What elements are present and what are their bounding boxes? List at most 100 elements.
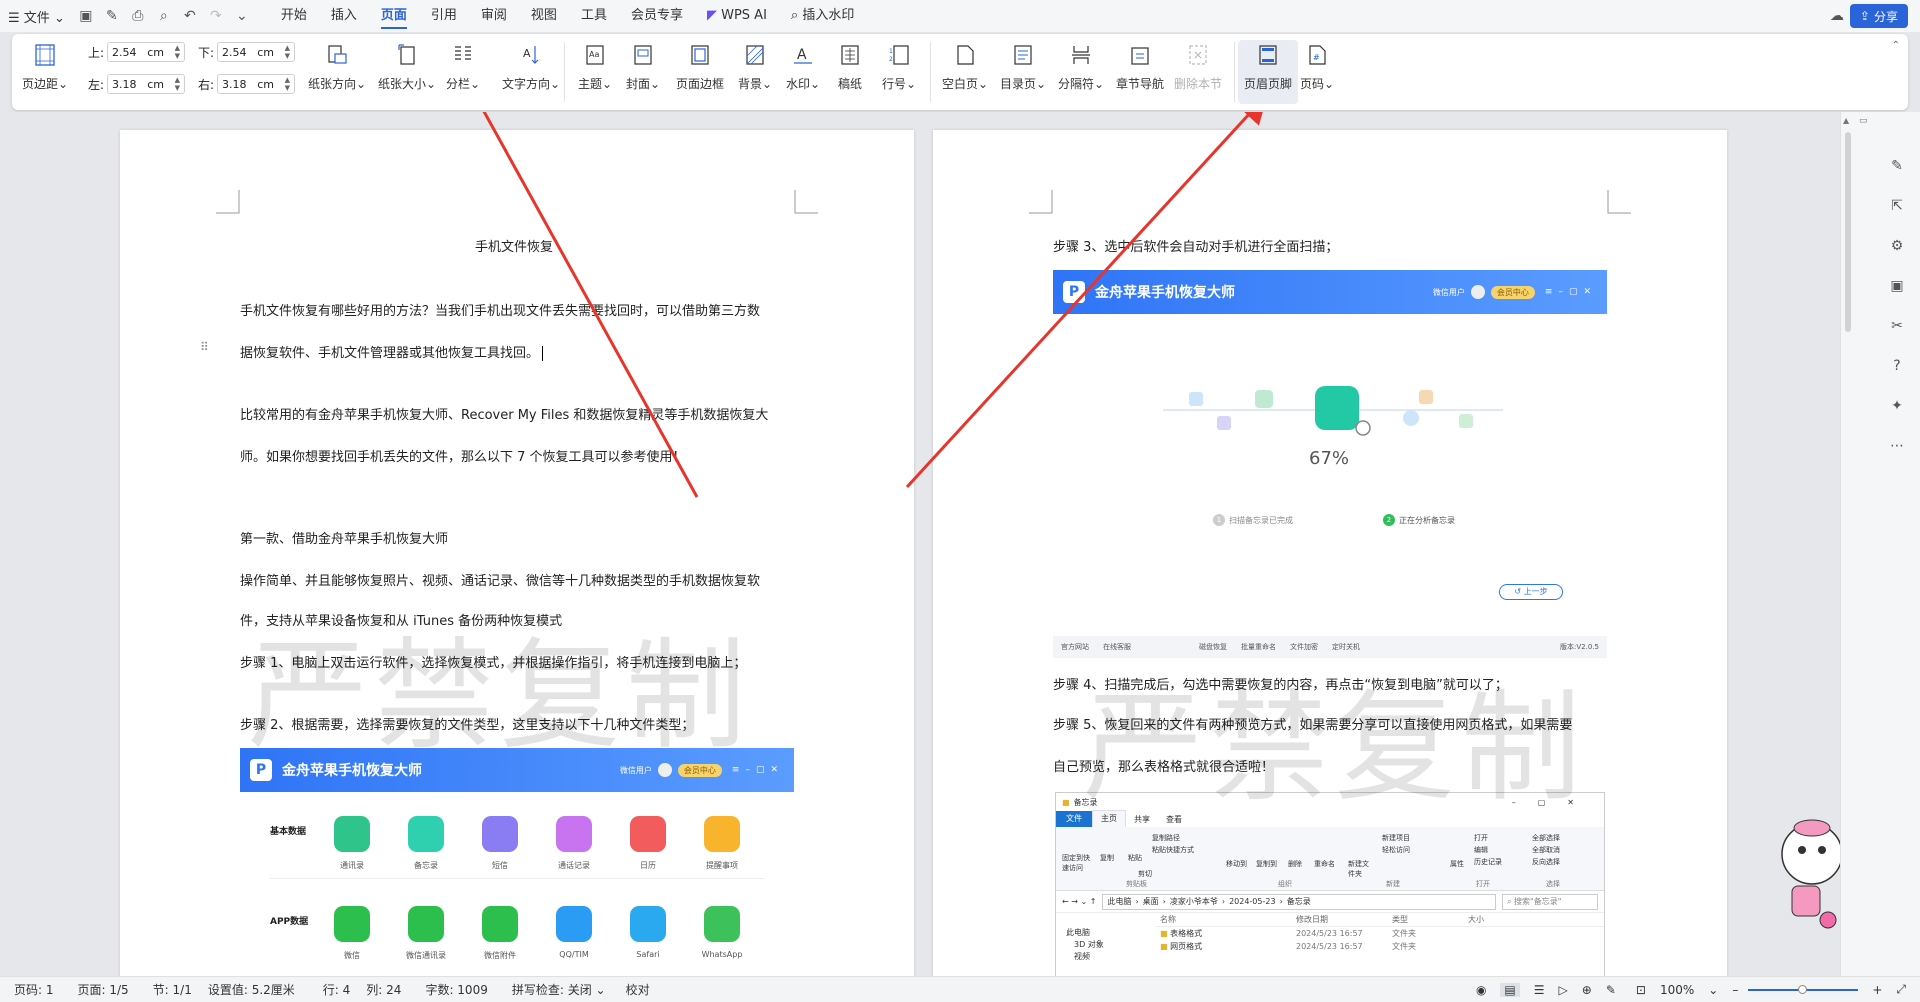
- file-menu[interactable]: ☰ 文件 ⌄: [0, 7, 73, 26]
- print-icon[interactable]: ⎙: [125, 4, 151, 28]
- edit-icon[interactable]: ✎: [1887, 156, 1907, 176]
- zoom-level[interactable]: 100%: [1660, 983, 1694, 997]
- page-border-button[interactable]: 页面边框: [676, 40, 724, 104]
- tab-review[interactable]: 审阅: [469, 0, 519, 32]
- text-direction-icon: A: [523, 46, 539, 64]
- header-footer-button[interactable]: 页眉页脚: [1238, 40, 1299, 104]
- grid-paper-button[interactable]: 稿纸: [838, 40, 862, 104]
- tab-view[interactable]: 视图: [519, 0, 569, 32]
- undo-icon[interactable]: ↶: [177, 4, 203, 28]
- margin-right-input[interactable]: 3.18 cm ▲ ▼: [217, 74, 296, 94]
- tab-home[interactable]: 开始: [269, 0, 319, 32]
- zoom-plus-icon[interactable]: +: [1872, 983, 1882, 997]
- arrow-to-header-footer: [905, 112, 1269, 489]
- image-icon[interactable]: ▣: [1887, 276, 1907, 296]
- spinner-icon[interactable]: ▲ ▼: [285, 76, 290, 92]
- page-margin-button[interactable]: 页边距⌄: [22, 40, 68, 104]
- more-icon[interactable]: ⋯: [1887, 436, 1907, 456]
- text-direction-button[interactable]: A 文字方向⌄: [502, 40, 560, 104]
- status-page[interactable]: 页码: 1: [14, 981, 54, 998]
- play-icon[interactable]: ▷: [1559, 983, 1568, 997]
- status-section[interactable]: 节: 1/1: [153, 981, 192, 998]
- eye-protect-icon[interactable]: ◉: [1476, 983, 1486, 997]
- columns-button[interactable]: 分栏⌄: [446, 40, 480, 104]
- line-number-button[interactable]: 12 行号⌄: [882, 40, 916, 104]
- spinner-icon[interactable]: ▲ ▼: [175, 76, 180, 92]
- settings-sliders-icon[interactable]: ⚙: [1887, 236, 1907, 256]
- header-footer-icon: [1259, 45, 1277, 65]
- orientation-button[interactable]: 纸张方向⌄: [308, 40, 366, 104]
- wps-ai-button[interactable]: ◤ WPS AI: [695, 0, 779, 32]
- zoom-out-icon[interactable]: ⌄: [1708, 983, 1718, 997]
- section-nav-button[interactable]: 章节导航: [1116, 40, 1164, 104]
- separator-button[interactable]: 分隔符⌄: [1058, 40, 1104, 104]
- delete-section-button[interactable]: 删除本节: [1174, 40, 1222, 104]
- zoom-slider[interactable]: [1748, 984, 1859, 994]
- status-words[interactable]: 字数: 1009: [425, 981, 487, 998]
- share-button[interactable]: ⇪ 分享: [1849, 4, 1908, 28]
- unit-cm: cm: [257, 77, 274, 91]
- background-button[interactable]: 背景⌄: [738, 40, 772, 104]
- write-icon[interactable]: ✎: [1606, 983, 1616, 997]
- tab-insert[interactable]: 插入: [319, 0, 369, 32]
- redo-icon[interactable]: ↷: [203, 4, 229, 28]
- document-canvas[interactable]: 手机文件恢复 手机文件恢复有哪些好用的方法？当我们手机出现文件丢失需要找回时，可…: [0, 112, 1840, 976]
- smart-assistant-icon[interactable]: ✦: [1887, 396, 1907, 416]
- fit-page-icon[interactable]: ⊡: [1636, 983, 1646, 997]
- insert-watermark-search[interactable]: ⌕ 插入水印: [779, 0, 866, 32]
- margin-top-group: 上: 2.54 cm ▲ ▼: [88, 42, 186, 62]
- tab-page[interactable]: 页面: [369, 0, 419, 32]
- print-preview-icon[interactable]: ⌕: [151, 4, 177, 28]
- cover-button[interactable]: 封面⌄: [626, 40, 660, 104]
- ruler-toggle-icon[interactable]: ▭: [1859, 116, 1868, 126]
- scroll-up-icon[interactable]: ▲: [1843, 116, 1849, 125]
- more-quick-icon[interactable]: ⌄: [229, 4, 255, 28]
- toc-page-button[interactable]: 目录页⌄: [1000, 40, 1046, 104]
- web-view-icon[interactable]: ⊕: [1582, 983, 1592, 997]
- paper-size-button[interactable]: 纸张大小⌄: [378, 40, 436, 104]
- margin-left-label: 左:: [88, 77, 105, 92]
- zoom-slider-thumb[interactable]: [1798, 984, 1808, 994]
- margin-bottom-input[interactable]: 2.54 cm ▲ ▼: [217, 42, 296, 62]
- tab-tools[interactable]: 工具: [569, 0, 619, 32]
- tools-icon[interactable]: ✂: [1887, 316, 1907, 336]
- save-icon[interactable]: ▣: [73, 4, 99, 28]
- ribbon-divider: [564, 42, 565, 102]
- status-proof[interactable]: 校对: [626, 981, 650, 998]
- page-number-button[interactable]: # 页码⌄: [1300, 40, 1334, 104]
- collapse-ribbon-icon[interactable]: ⌃: [1892, 40, 1900, 51]
- vertical-scrollbar[interactable]: [1845, 132, 1851, 332]
- watermark-button[interactable]: A 水印⌄: [786, 40, 820, 104]
- theme-label: 主题: [578, 77, 603, 91]
- status-col[interactable]: 列: 24: [366, 981, 401, 998]
- format-painter-icon[interactable]: ✎: [99, 4, 125, 28]
- margin-top-input[interactable]: 2.54 cm ▲ ▼: [107, 42, 186, 62]
- tab-member[interactable]: 会员专享: [619, 0, 695, 32]
- margin-left-input[interactable]: 3.18 cm ▲ ▼: [107, 74, 186, 94]
- status-spell[interactable]: 拼写检查: 关闭 ⌄: [512, 981, 606, 998]
- share-icon: ⇪: [1859, 9, 1870, 23]
- cover-icon: [634, 45, 652, 65]
- right-sidebar: ▲ ▭ ✎ ⇱ ⚙ ▣ ✂ ? ✦ ⋯: [1840, 112, 1920, 976]
- tab-references[interactable]: 引用: [419, 0, 469, 32]
- status-bar: 页码: 1 页面: 1/5 节: 1/1 设置值: 5.2厘米 行: 4 列: …: [0, 976, 1920, 1002]
- theme-button[interactable]: Aa 主题⌄: [578, 40, 612, 104]
- spinner-icon[interactable]: ▲ ▼: [175, 44, 180, 60]
- page-number-icon: #: [1309, 45, 1326, 65]
- svg-text:A: A: [523, 47, 531, 60]
- fullscreen-icon[interactable]: ⤢: [1896, 982, 1906, 997]
- blank-page-button[interactable]: 空白页⌄: [942, 40, 988, 104]
- zoom-minus-icon[interactable]: –: [1732, 983, 1738, 997]
- status-row[interactable]: 行: 4: [323, 981, 351, 998]
- outline-view-icon[interactable]: ☰: [1534, 983, 1545, 997]
- page-margin-label: 页边距: [22, 77, 59, 91]
- page-view-icon[interactable]: ▤: [1500, 982, 1520, 997]
- help-icon[interactable]: ?: [1887, 356, 1907, 376]
- status-setting[interactable]: 设置值: 5.2厘米: [208, 981, 295, 998]
- spinner-icon[interactable]: ▲ ▼: [285, 44, 290, 60]
- margin-right-label: 右:: [198, 77, 215, 92]
- select-icon[interactable]: ⇱: [1887, 196, 1907, 216]
- cloud-icon[interactable]: ☁: [1824, 4, 1850, 28]
- status-pages[interactable]: 页面: 1/5: [78, 981, 129, 998]
- mascot-sticker-icon[interactable]: [1770, 814, 1840, 934]
